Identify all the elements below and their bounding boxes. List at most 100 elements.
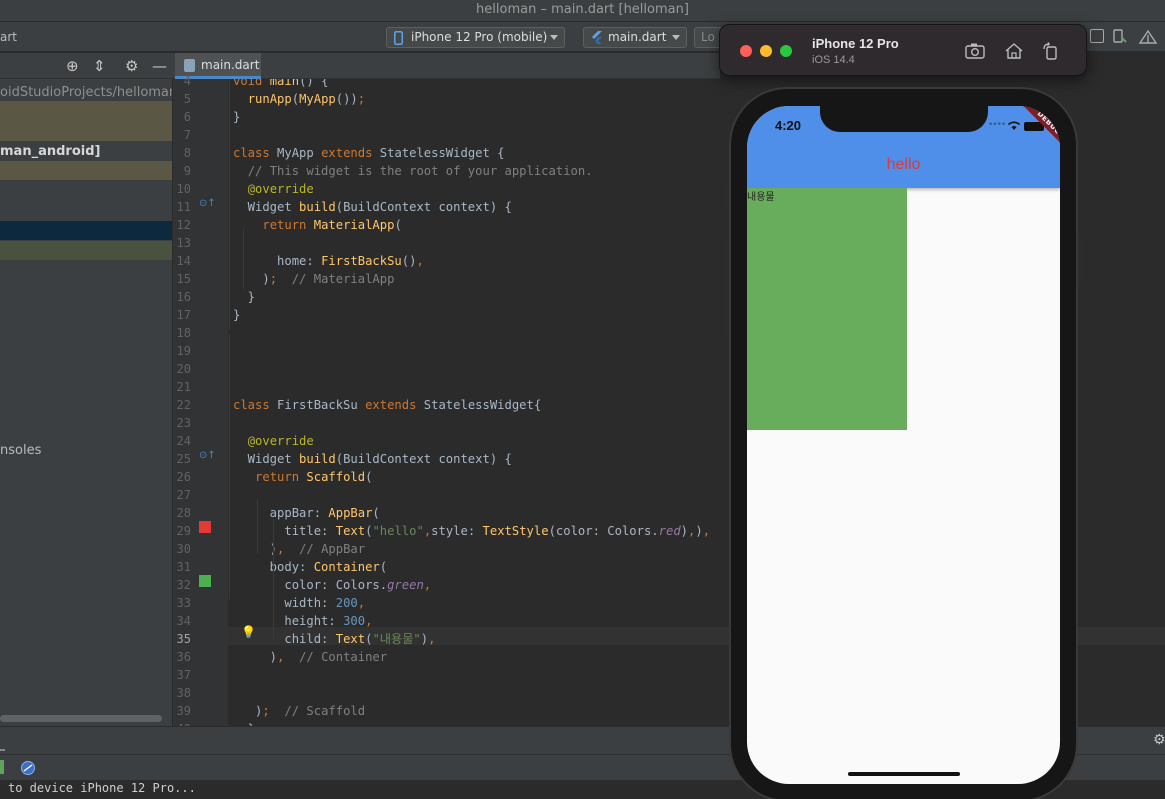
line-number: 29 — [176, 524, 191, 538]
home-icon[interactable] — [1004, 42, 1024, 60]
device-selector[interactable]: iPhone 12 Pro (mobile) — [386, 27, 565, 48]
line-number: 34 — [176, 614, 191, 628]
devtools-icon[interactable] — [20, 760, 36, 776]
hide-panel-icon[interactable]: — — [152, 57, 167, 75]
code-line: color: Colors.green, — [233, 578, 432, 592]
rotate-icon[interactable] — [1041, 42, 1061, 60]
line-number: 11 — [176, 200, 191, 214]
gear-icon[interactable]: ⚙ — [125, 57, 138, 75]
phone-notch — [820, 106, 988, 132]
line-number: 7 — [183, 128, 191, 142]
tree-item-project-path[interactable]: oidStudioProjects/helloman — [0, 84, 173, 102]
tree-item-highlight-2[interactable] — [0, 161, 172, 180]
window-title: helloman – main.dart [helloman] — [476, 2, 689, 17]
override-marker-icon[interactable]: ⊙↑ — [199, 450, 216, 462]
line-number: 14 — [176, 254, 191, 268]
screenshot-icon[interactable] — [965, 42, 985, 60]
code-line: } — [233, 308, 241, 322]
layout-inspector-icon[interactable] — [1090, 29, 1104, 43]
lightbulb-icon[interactable]: 💡 — [241, 625, 256, 639]
color-swatch-red[interactable] — [199, 521, 211, 533]
tree-item-scratches-consoles[interactable]: nsoles — [0, 442, 172, 460]
indent-guide — [229, 334, 230, 599]
line-number: 13 — [176, 236, 191, 250]
code-line: runApp(MyApp()); — [247, 92, 366, 106]
line-number: 9 — [183, 164, 191, 178]
project-path-label: oidStudioProjects/helloman — [0, 85, 173, 100]
line-number: 35 — [176, 632, 191, 646]
line-number: 19 — [176, 344, 191, 358]
device-selector-label: iPhone 12 Pro (mobile) — [411, 30, 548, 44]
locate-icon[interactable]: ⊕ — [66, 57, 79, 75]
tree-item-android-module[interactable]: man_android] — [0, 143, 172, 161]
line-number: 20 — [176, 362, 191, 376]
line-number: 25 — [176, 452, 191, 466]
simulator-screen[interactable]: 4:20 •••• DEBUG hello 내용물 — [747, 106, 1060, 784]
green-container: 내용물 — [747, 188, 907, 430]
run-config-label: main.dart — [608, 30, 667, 44]
indent-guide — [243, 229, 244, 289]
collapse-all-icon[interactable]: ⇕ — [93, 57, 106, 75]
line-number: 30 — [176, 542, 191, 556]
signal-icon: •••• — [988, 120, 1006, 130]
code-line: ), // AppBar — [233, 542, 366, 556]
close-window-button[interactable] — [740, 45, 752, 57]
tree-item-highlight-3[interactable] — [0, 241, 172, 260]
android-module-label: man_android] — [0, 144, 101, 159]
device-manager-icon[interactable] — [1113, 29, 1127, 44]
color-swatch-green[interactable] — [199, 575, 211, 587]
code-line: width: 200, — [233, 596, 366, 610]
power-button[interactable] — [1078, 235, 1082, 283]
tree-item-selected[interactable] — [0, 221, 172, 240]
container-child-text: 내용물 — [747, 192, 775, 203]
code-line: ); // Scaffold — [233, 704, 366, 718]
sdk-manager-icon[interactable] — [1138, 29, 1158, 45]
line-number: 6 — [183, 110, 191, 124]
minimize-window-button[interactable] — [760, 45, 772, 57]
line-number: 39 — [176, 704, 191, 718]
line-number: 38 — [176, 686, 191, 700]
editor-tab-bar: main.dart — [173, 53, 720, 79]
code-line: Widget build(BuildContext context) { — [233, 200, 512, 214]
run-config-selector[interactable]: main.dart — [583, 27, 687, 48]
tree-item-highlight[interactable] — [0, 101, 172, 141]
gear-icon[interactable]: ⚙ — [1153, 732, 1165, 748]
code-line: title: Text("hello",style: TextStyle(col… — [233, 524, 711, 538]
line-number: 28 — [176, 506, 191, 520]
home-indicator[interactable] — [848, 772, 960, 776]
silent-switch[interactable] — [724, 182, 728, 210]
line-number: 33 — [176, 596, 191, 610]
line-number: 24 — [176, 434, 191, 448]
project-panel-header: ⊕ ⇕ ⚙ — — [0, 53, 173, 79]
simulator-device-name: iPhone 12 Pro — [812, 36, 899, 51]
volume-down-button[interactable] — [724, 290, 728, 338]
code-line: class FirstBackSu extends StatelessWidge… — [233, 398, 542, 412]
code-line: body: Container( — [269, 560, 388, 574]
flutter-icon — [592, 31, 602, 44]
zoom-window-button[interactable] — [780, 45, 792, 57]
line-numbers: 4 5 6 7 8 9 10 11 12 13 14 15 16 17 18 19 20 21 22 23 24 25 26… — [173, 74, 193, 736]
line-number: 18 — [176, 326, 191, 340]
line-number: 16 — [176, 290, 191, 304]
indent-guide — [273, 519, 274, 639]
code-line: // This widget is the root of your appli… — [247, 164, 593, 178]
window-title-bar: helloman – main.dart [helloman] — [0, 0, 1165, 22]
code-line: } — [233, 110, 241, 124]
simulator-os-version: iOS 14.4 — [812, 54, 855, 66]
override-marker-icon[interactable]: ⊙↑ — [199, 198, 216, 210]
line-number: 23 — [176, 416, 191, 430]
project-horizontal-scrollbar[interactable] — [0, 715, 162, 722]
code-line: @override — [247, 434, 314, 448]
line-number: 31 — [176, 560, 191, 574]
code-line: home: FirstBackSu(), — [233, 254, 424, 268]
code-line: void main() { — [233, 79, 329, 88]
status-time: 4:20 — [775, 118, 802, 133]
line-number: 27 — [176, 488, 191, 502]
line-number: 10 — [176, 182, 191, 196]
volume-up-button[interactable] — [724, 234, 728, 289]
code-line: @override — [247, 182, 314, 196]
code-line: class MyApp extends StatelessWidget { — [233, 146, 505, 160]
line-number: 37 — [176, 668, 191, 682]
code-line: Widget build(BuildContext context) { — [233, 452, 512, 466]
chevron-down-icon — [550, 35, 558, 40]
